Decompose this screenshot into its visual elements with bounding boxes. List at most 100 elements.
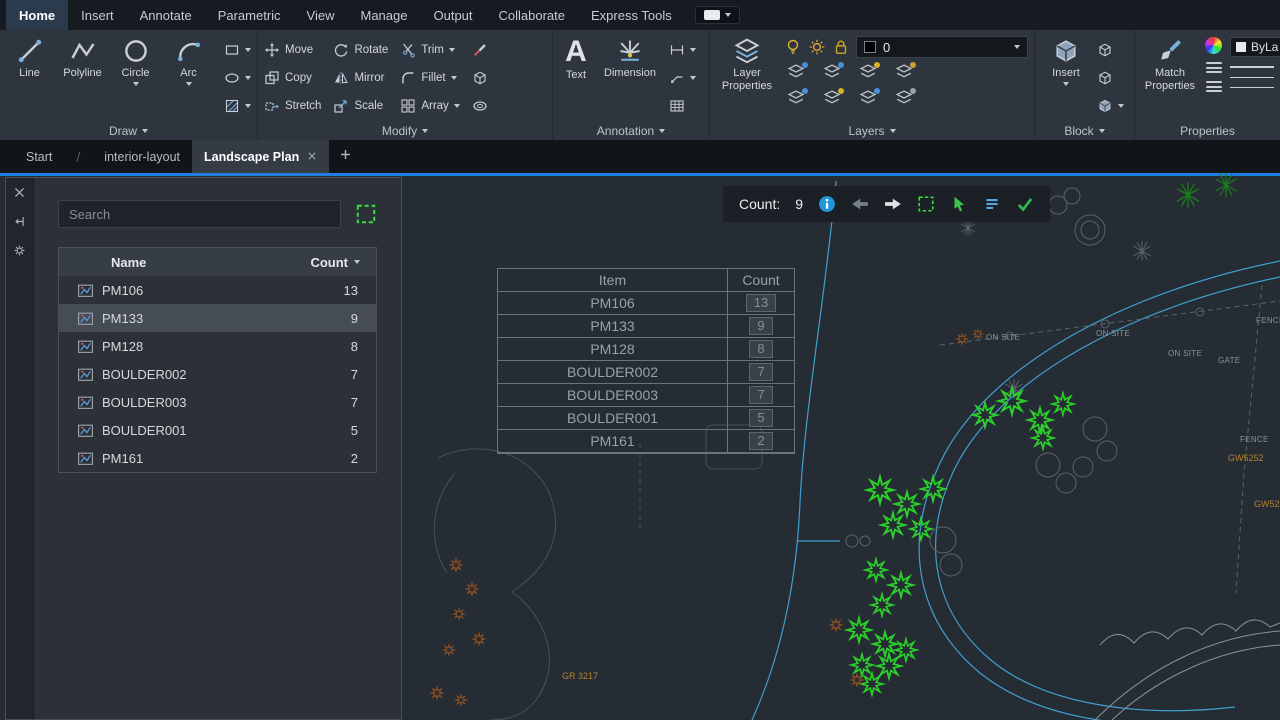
ribbon-tab[interactable]: View <box>294 0 348 30</box>
insert-count-field-icon[interactable] <box>983 195 1001 213</box>
drawing-canvas[interactable]: ON SITE ON SITE ON SITE GATE FENCE FENCE… <box>0 173 1280 720</box>
list-item[interactable]: PM128 8 <box>59 332 376 360</box>
layer-lock-icon[interactable] <box>832 38 850 56</box>
current-layer-dropdown[interactable]: 0 <box>856 36 1028 58</box>
panel-label-properties[interactable]: Properties <box>1135 122 1280 140</box>
panel-label-block[interactable]: Block <box>1035 122 1134 140</box>
count-field[interactable]: 13 <box>746 294 776 312</box>
linetype-list-icon[interactable] <box>1206 62 1222 73</box>
ribbon-tab[interactable]: Express Tools <box>578 0 685 30</box>
transparency-sample[interactable] <box>1230 87 1274 88</box>
lineweight-list-icon[interactable] <box>1206 81 1222 92</box>
list-item[interactable]: BOULDER003 7 <box>59 388 376 416</box>
new-tab-button[interactable] <box>339 148 352 166</box>
count-column-header[interactable]: Count <box>310 255 376 270</box>
match-properties-tool[interactable]: Match Properties <box>1141 34 1199 122</box>
line-tool[interactable]: Line <box>6 34 53 122</box>
block-define-tool[interactable] <box>1097 93 1124 119</box>
ribbon-tab[interactable]: Manage <box>348 0 421 30</box>
next-instance-button[interactable] <box>884 195 902 213</box>
rectangle-tool[interactable] <box>224 37 251 63</box>
count-field[interactable]: 7 <box>749 363 772 381</box>
linear-dimension-tool[interactable] <box>669 37 696 63</box>
linetype-sample[interactable] <box>1230 77 1274 78</box>
select-counted-objects-icon[interactable] <box>950 195 968 213</box>
trim-tool[interactable]: Trim <box>400 37 459 63</box>
ribbon-tab[interactable]: Output <box>420 0 485 30</box>
count-field[interactable]: 7 <box>749 386 772 404</box>
count-info-icon[interactable] <box>818 195 836 213</box>
polyline-tool[interactable]: Polyline <box>59 34 106 122</box>
panel-label-draw[interactable]: Draw <box>0 122 257 140</box>
finish-count-button[interactable] <box>1016 195 1034 213</box>
ellipse-tool[interactable] <box>224 65 251 91</box>
chevron-down-icon <box>725 13 731 17</box>
fillet-tool[interactable]: Fillet <box>400 65 459 91</box>
file-tab[interactable]: / interior-layout <box>64 140 192 173</box>
dimension-tool[interactable]: Dimension <box>599 34 661 122</box>
layer-lock-toggle-icon[interactable] <box>894 62 916 84</box>
array-tool[interactable]: Array <box>400 93 459 119</box>
layer-freeze-icon[interactable] <box>822 62 844 84</box>
list-item[interactable]: PM133 9 <box>59 304 376 332</box>
rotate-tool[interactable]: Rotate <box>333 37 388 63</box>
panel-label-layers[interactable]: Layers <box>710 122 1034 140</box>
count-field[interactable]: 2 <box>749 432 772 450</box>
count-selection-icon[interactable] <box>355 203 377 225</box>
layer-unisolate-icon[interactable] <box>786 88 808 110</box>
scale-tool[interactable]: Scale <box>333 93 388 119</box>
ribbon-tab[interactable]: Collaborate <box>486 0 579 30</box>
close-palette-icon[interactable] <box>13 186 26 204</box>
count-field[interactable]: 8 <box>749 340 772 358</box>
auto-hide-icon[interactable] <box>13 215 26 233</box>
file-tab[interactable]: / Start <box>14 140 64 173</box>
panel-label-annotation[interactable]: Annotation <box>553 122 709 140</box>
ribbon-tab[interactable]: Annotate <box>127 0 205 30</box>
block-count: 9 <box>351 311 376 326</box>
previous-instance-button[interactable] <box>851 195 869 213</box>
erase-tool[interactable] <box>472 37 488 63</box>
ribbon-tab[interactable]: Insert <box>68 0 127 30</box>
search-input[interactable] <box>58 200 341 228</box>
text-tool[interactable]: A Text <box>559 34 593 122</box>
layer-thaw-all-icon[interactable] <box>858 88 880 110</box>
copy-tool[interactable]: Copy <box>264 65 321 91</box>
zoom-to-selection-icon[interactable] <box>917 195 935 213</box>
layer-isolate-icon[interactable] <box>786 62 808 84</box>
count-field[interactable]: 9 <box>749 317 772 335</box>
block-attributes-tool[interactable] <box>1097 65 1124 91</box>
layer-unlock-icon[interactable] <box>894 88 916 110</box>
layer-properties-tool[interactable]: Layer Properties <box>716 34 778 122</box>
layer-thaw-icon[interactable] <box>808 38 826 56</box>
block-edit-tool[interactable] <box>1097 37 1124 63</box>
panel-label-modify[interactable]: Modify <box>258 122 552 140</box>
object-color-dropdown[interactable]: ByLa <box>1230 37 1280 57</box>
lineweight-sample[interactable] <box>1230 66 1274 68</box>
list-item[interactable]: BOULDER002 7 <box>59 360 376 388</box>
list-item[interactable]: PM106 13 <box>59 276 376 304</box>
layer-off-icon[interactable] <box>858 62 880 84</box>
list-item[interactable]: BOULDER001 5 <box>59 416 376 444</box>
hatch-tool[interactable] <box>224 93 251 119</box>
name-column-header[interactable]: Name <box>59 255 310 270</box>
explode-tool[interactable] <box>472 65 488 91</box>
ribbon-tab[interactable]: Parametric <box>205 0 294 30</box>
mirror-tool[interactable]: Mirror <box>333 65 388 91</box>
count-field[interactable]: 5 <box>749 409 772 427</box>
file-tab[interactable]: / Landscape Plan <box>192 140 329 173</box>
arc-tool[interactable]: Arc <box>165 34 212 122</box>
insert-block-tool[interactable]: Insert <box>1041 34 1091 122</box>
circle-tool[interactable]: Circle <box>112 34 159 122</box>
close-tab-icon[interactable] <box>307 150 317 164</box>
table-tool[interactable] <box>669 93 696 119</box>
layer-turn-on-icon[interactable] <box>822 88 844 110</box>
ribbon-tab[interactable]: Home <box>6 0 68 30</box>
palette-settings-gear-icon[interactable] <box>13 244 26 262</box>
list-item[interactable]: PM161 2 <box>59 444 376 472</box>
stretch-tool[interactable]: Stretch <box>264 93 321 119</box>
layer-on-off-icon[interactable] <box>784 38 802 56</box>
move-tool[interactable]: Move <box>264 37 321 63</box>
leader-tool[interactable] <box>669 65 696 91</box>
offset-tool[interactable] <box>472 93 488 119</box>
workspace-switcher[interactable] <box>695 6 740 24</box>
